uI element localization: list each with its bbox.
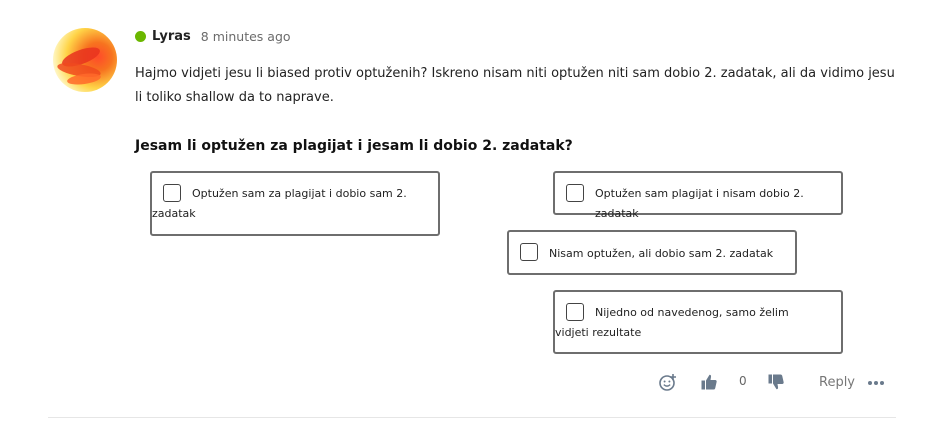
thumbs-up-icon[interactable] [699,372,719,392]
poll-option[interactable]: Nijedno od navedenog, samo želim vidjeti… [553,290,843,354]
poll-question: Jesam li optužen za plagijat i jesam li … [135,138,573,154]
poll-option-checkbox[interactable] [566,184,584,202]
author-name[interactable]: Lyras [152,29,191,44]
poll-option-label: Optužen sam plagijat i nisam dobio 2. za… [595,187,804,220]
timestamp: 8 minutes ago [200,28,291,44]
poll-option[interactable]: Optužen sam za plagijat i dobio sam 2. z… [150,171,440,236]
poll-option[interactable]: Nisam optužen, ali dobio sam 2. zadatak [507,230,797,275]
comment-body: Hajmo vidjeti jesu li biased protiv optu… [135,66,895,105]
reply-button[interactable]: Reply [819,375,855,390]
poll-option[interactable]: Optužen sam plagijat i nisam dobio 2. za… [553,171,843,220]
poll-option-label: Optužen sam za plagijat i dobio sam 2. z… [152,187,407,220]
emoji-add-icon[interactable] [658,372,678,392]
poll-option-label: Nijedno od navedenog, samo želim vidjeti… [555,306,789,339]
like-count: 0 [739,374,747,388]
more-options-icon[interactable] [866,372,886,392]
avatar[interactable] [53,28,117,92]
online-status-icon [135,30,146,42]
comment-header: Lyras 8 minutes ago [135,28,291,44]
poll-option-label: Nisam optužen, ali dobio sam 2. zadatak [549,247,774,260]
poll-option-checkbox[interactable] [520,243,538,261]
comment-divider [48,417,896,418]
thumbs-down-icon[interactable] [766,372,786,392]
